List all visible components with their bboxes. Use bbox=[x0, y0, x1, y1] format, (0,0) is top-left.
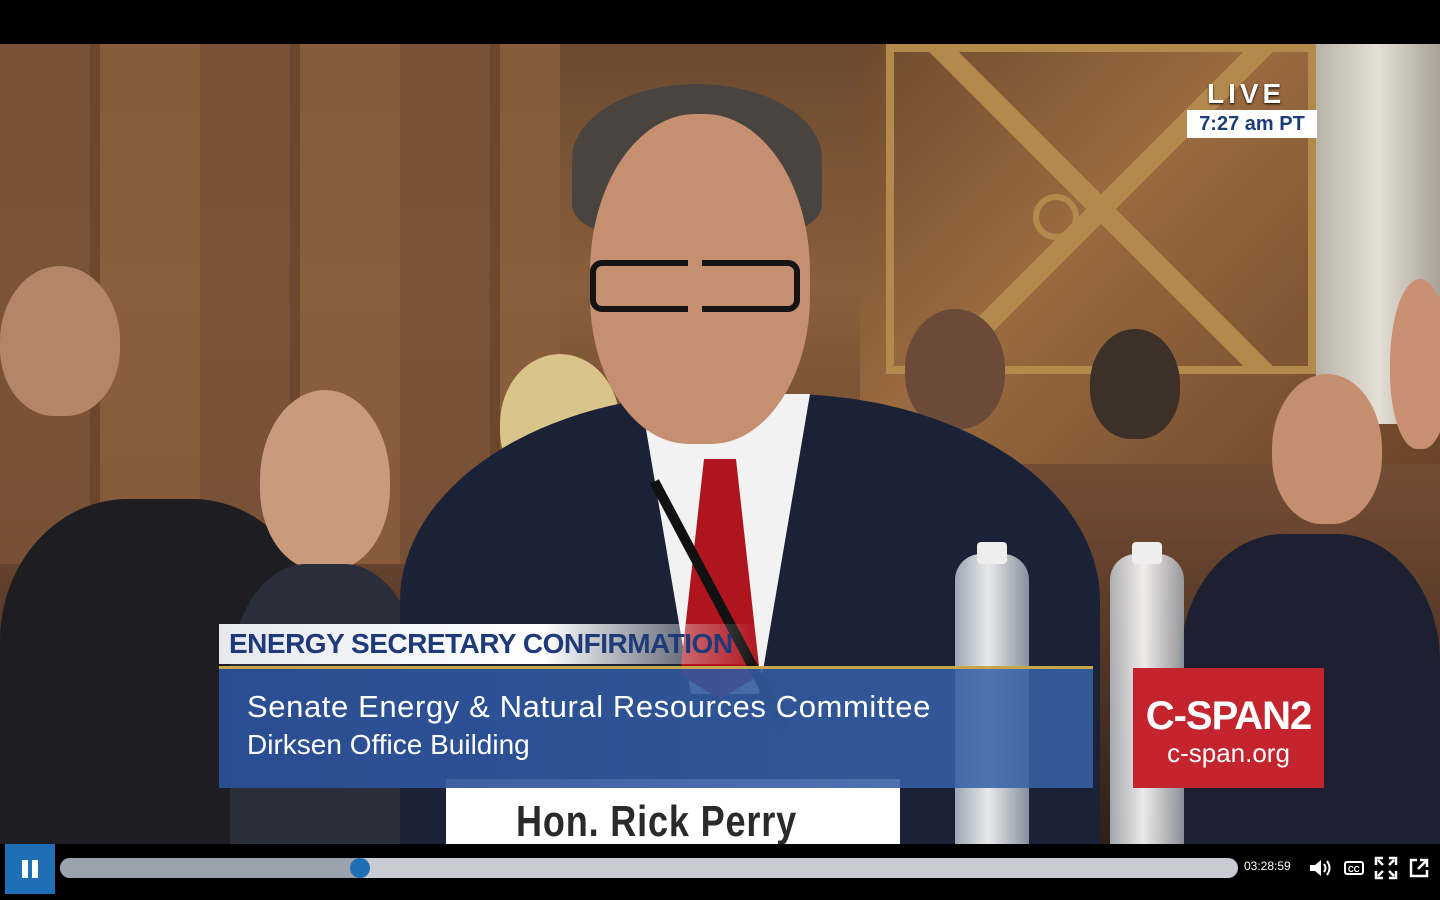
pause-button[interactable] bbox=[5, 844, 55, 894]
fullscreen-icon bbox=[1374, 856, 1398, 880]
seek-bar[interactable] bbox=[60, 858, 1238, 878]
captions-button[interactable]: CC bbox=[1340, 854, 1368, 882]
closed-captions-icon: CC bbox=[1344, 861, 1364, 875]
network-name: C-SPAN2 bbox=[1145, 694, 1313, 738]
seek-progress bbox=[60, 858, 361, 878]
network-logo: C-SPAN2 c-span.org bbox=[1133, 668, 1324, 788]
bottle-cap bbox=[977, 542, 1007, 564]
audience-head bbox=[1090, 329, 1180, 439]
player-controls: 03:28:59 CC bbox=[0, 844, 1440, 900]
audience-head bbox=[1390, 279, 1440, 449]
chyron-location: Dirksen Office Building bbox=[247, 729, 530, 760]
audience-head bbox=[260, 390, 390, 570]
name-placard-text: Hon. Rick Perry bbox=[516, 797, 798, 846]
popout-icon bbox=[1409, 858, 1429, 878]
chyron-committee: Senate Energy & Natural Resources Commit… bbox=[247, 689, 931, 724]
live-label: LIVE bbox=[1207, 78, 1286, 109]
name-placard: Hon. Rick Perry bbox=[446, 779, 900, 854]
volume-icon bbox=[1310, 860, 1331, 876]
volume-button[interactable] bbox=[1307, 854, 1335, 882]
time-elapsed: 03:28:59 bbox=[1244, 859, 1291, 873]
grille-rosette bbox=[1033, 194, 1079, 240]
bottle-cap bbox=[1132, 542, 1162, 564]
network-url: c-span.org bbox=[1167, 738, 1290, 768]
chyron-title: ENERGY SECRETARY CONFIRMATION bbox=[219, 624, 759, 664]
live-time: 7:27 am PT bbox=[1187, 110, 1317, 138]
popout-button[interactable] bbox=[1405, 854, 1433, 882]
fullscreen-button[interactable] bbox=[1372, 854, 1400, 882]
live-indicator: LIVE 7:27 am PT bbox=[1187, 78, 1317, 140]
svg-text:CC: CC bbox=[1348, 865, 1360, 874]
audience-head bbox=[905, 309, 1005, 429]
seek-handle[interactable] bbox=[350, 858, 371, 878]
audience-head bbox=[0, 266, 120, 416]
speaker-glasses bbox=[590, 260, 800, 312]
audience-head bbox=[1272, 374, 1382, 524]
chyron-body: Senate Energy & Natural Resources Commit… bbox=[219, 666, 1093, 788]
pause-icon bbox=[20, 860, 40, 878]
